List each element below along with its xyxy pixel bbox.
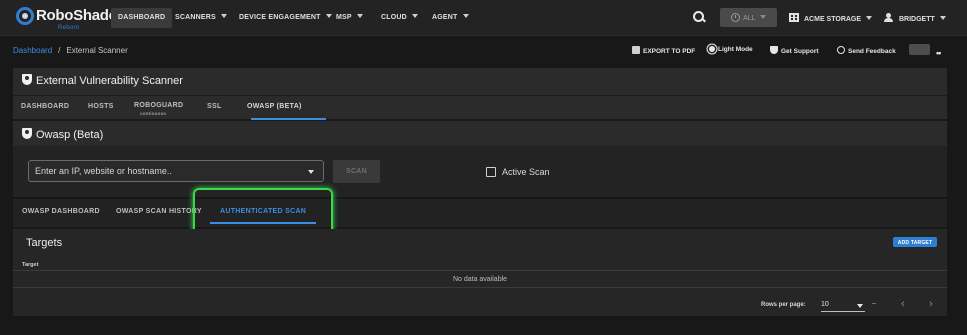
active-scan-checkbox[interactable]: Active Scan [486,167,550,177]
breadcrumb-separator: / [58,46,61,55]
target-input[interactable]: Enter an IP, website or hostname.. [28,160,324,182]
rows-per-page-select[interactable]: 10 [821,298,865,312]
nav-dashboard-label: DASHBOARD [118,14,166,21]
column-header-target[interactable]: Target [22,262,38,268]
owasp-panel: Owasp (Beta) Enter an IP, website or hos… [13,121,947,197]
nav-agent[interactable]: AGENT [425,8,476,28]
top-navbar: RoboShadow Reborn DASHBOARD SCANNERS DEV… [0,0,967,36]
chevron-down-icon [857,304,863,308]
feedback-icon [837,46,845,54]
nav-msp-label: MSP [336,14,352,21]
tab-roboguard[interactable]: ROBOGUARD continuous [134,102,184,116]
tab-dashboard-label: DASHBOARD [21,103,70,110]
tab-dashboard[interactable]: DASHBOARD [21,103,69,110]
pdf-icon [632,46,640,54]
chevron-down-icon [866,16,873,20]
owasp-subtabs: OWASP DASHBOARD OWASP SCAN HISTORY AUTHE… [13,199,947,227]
next-page-icon[interactable]: › [929,298,933,310]
scanner-header-panel: External Vulnerability Scanner DASHBOARD… [13,68,947,120]
targets-title: Targets [26,237,63,249]
nav-dashboard[interactable]: DASHBOARD [111,8,173,28]
user-name: BRIDGETT [899,16,935,23]
owasp-panel-header: Owasp (Beta) [13,121,947,146]
chevron-down-icon [939,16,946,20]
nav-msp[interactable]: MSP [329,8,370,28]
layout-toggle-button[interactable] [909,44,930,55]
target-input-placeholder: Enter an IP, website or hostname.. [35,166,172,176]
tab-owasp-scan-history[interactable]: OWASP SCAN HISTORY [116,208,202,215]
checkbox-icon[interactable] [486,167,496,177]
send-feedback-label: Send Feedback [848,48,896,55]
tab-owasp-scan-history-label: OWASP SCAN HISTORY [116,208,202,215]
export-pdf-button[interactable]: EXPORT TO PDF [632,46,695,55]
rows-per-page-value: 10 [821,301,829,308]
nav-agent-label: AGENT [432,14,458,21]
scanner-tabs: DASHBOARD HOSTS ROBOGUARD continuous SSL … [13,95,947,120]
export-pdf-label: EXPORT TO PDF [643,48,696,55]
organization-name: ACME STORAGE [804,16,862,23]
tab-hosts-label: HOSTS [88,103,114,110]
nav-device-engagement-label: DEVICE ENGAGEMENT [239,14,321,21]
user-icon [884,13,893,22]
breadcrumb: Dashboard / External Scanner [13,46,128,55]
rows-per-page-label: Rows per page: [761,302,806,308]
search-icon[interactable] [693,11,705,23]
chevron-down-icon [760,15,767,19]
get-support-button[interactable]: Get Support [770,46,819,55]
breadcrumb-dashboard-link[interactable]: Dashboard [13,46,52,55]
targets-panel: Targets ADD TARGET Target No data availa… [13,229,947,316]
support-shield-icon [770,46,778,54]
tab-owasp-dashboard-label: OWASP DASHBOARD [22,208,100,215]
nav-scanners-label: SCANNERS [175,14,216,21]
previous-page-icon[interactable]: ‹ [901,298,905,310]
tab-roboguard-sublabel: continuous [140,111,167,116]
tab-roboguard-label: ROBOGUARD [134,102,184,109]
sun-icon [709,46,715,52]
tab-owasp-dashboard[interactable]: OWASP DASHBOARD [22,208,100,215]
light-mode-label: Light Mode [718,46,753,53]
nav-device-engagement[interactable]: DEVICE ENGAGEMENT [232,8,339,28]
chevron-down-icon [462,14,469,18]
pagination-range: – [872,300,876,307]
nav-scanners[interactable]: SCANNERS [168,8,234,28]
roboshadow-logo[interactable]: RoboShadow Reborn [14,6,129,32]
light-mode-toggle[interactable]: Light Mode [709,46,753,53]
user-menu[interactable]: BRIDGETT [884,13,946,23]
active-tab-indicator [251,118,326,120]
chevron-down-icon [356,14,363,18]
page-title: External Vulnerability Scanner [22,74,183,87]
shield-icon [22,74,32,85]
nav-cloud-label: CLOUD [381,14,407,21]
chevron-down-icon[interactable] [308,170,314,174]
owasp-title: Owasp (Beta) [22,128,103,141]
more-options-icon[interactable]: •• [936,48,941,58]
tab-ssl-label: SSL [207,103,222,110]
tab-ssl[interactable]: SSL [207,103,222,110]
organization-selector[interactable]: ACME STORAGE [789,13,873,23]
tab-owasp-beta[interactable]: OWASP (BETA) [247,103,302,110]
table-empty-row: No data available [13,272,947,288]
scan-button[interactable]: SCAN [333,160,380,183]
tab-hosts[interactable]: HOSTS [88,103,114,110]
history-filter-value: ALL [743,15,756,22]
no-data-text: No data available [452,276,508,283]
send-feedback-button[interactable]: Send Feedback [837,46,896,55]
logo-subtext: Reborn [58,25,80,31]
history-filter-select[interactable]: ALL [720,8,777,27]
nav-cloud[interactable]: CLOUD [374,8,425,28]
chevron-down-icon [411,14,418,18]
add-target-button[interactable]: ADD TARGET [893,237,937,247]
history-icon [731,13,740,22]
table-header-row: Target [13,259,947,271]
breadcrumb-current: External Scanner [66,46,128,55]
chevron-down-icon [220,14,227,18]
page-title-text: External Vulnerability Scanner [36,75,183,87]
shield-icon [22,128,32,139]
active-scan-label: Active Scan [502,167,550,177]
building-icon [789,13,799,22]
get-support-label: Get Support [781,48,819,55]
tab-owasp-beta-label: OWASP (BETA) [247,103,302,110]
logo-mark-icon [16,7,34,25]
owasp-title-text: Owasp (Beta) [36,129,104,141]
